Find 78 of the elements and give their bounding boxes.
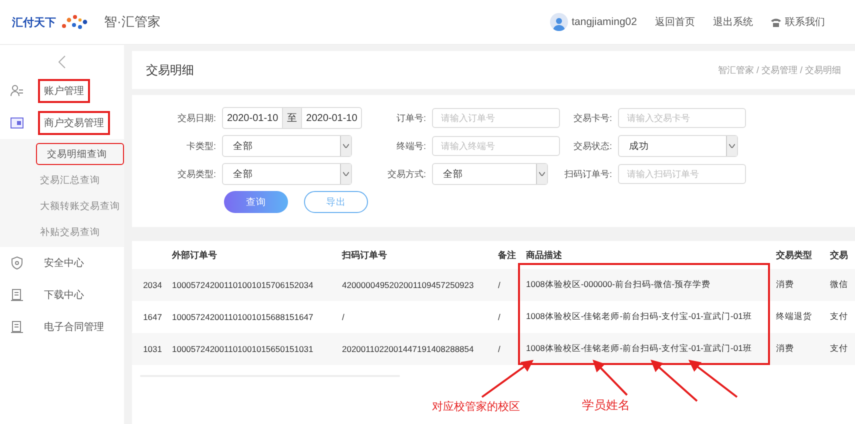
table-cell-text: 100057242001101001015650151031 xyxy=(171,344,314,354)
column-header: 备注 xyxy=(497,248,517,262)
document-icon xyxy=(10,320,24,334)
sidebar-item[interactable]: 商户交易管理 xyxy=(38,111,110,135)
user-icon xyxy=(10,84,24,98)
dropdown[interactable]: 全部 xyxy=(432,163,548,185)
table-cell-text: 4200000495202001109457250923 xyxy=(341,280,475,290)
document-icon xyxy=(10,288,24,302)
table-cell-text: / xyxy=(497,312,502,322)
field-label: 交易卡号: xyxy=(572,112,612,124)
column-header: 扫码订单号 xyxy=(340,248,388,262)
table-cell-text: / xyxy=(341,312,346,322)
column-header: 交易 xyxy=(829,248,849,262)
field-label: 卡类型: xyxy=(185,140,216,152)
table-cell-text: 消费 xyxy=(775,343,795,355)
sidebar-item[interactable]: 电子合同管理 xyxy=(38,315,110,339)
field-label: 交易日期: xyxy=(176,112,216,124)
caret-icon xyxy=(729,144,735,148)
field-label: 终端号: xyxy=(395,140,426,152)
table-cell-text: / xyxy=(497,344,502,354)
page-title: 交易明细 xyxy=(146,62,194,78)
breadcrumb: 智汇管家 / 交易管理 / 交易明细 xyxy=(718,64,841,76)
field-label: 扫码订单号: xyxy=(563,168,612,180)
caret-icon xyxy=(343,172,349,176)
header-link[interactable]: 退出系统 xyxy=(713,15,753,29)
text-field[interactable]: 请输入终端号 xyxy=(432,136,560,156)
submenu-item[interactable]: 交易明细查询 xyxy=(36,143,124,165)
annotation-label: 学员姓名 xyxy=(582,397,630,414)
dropdown[interactable]: 全部 xyxy=(222,135,352,157)
avatar-icon xyxy=(550,13,568,31)
table-cell-text: 1008体验校区-000000-前台扫码-微信-预存学费 xyxy=(525,279,712,291)
field-label: 交易状态: xyxy=(572,140,612,152)
table-cell-text: / xyxy=(497,280,502,290)
logo-icon xyxy=(60,14,90,30)
window-icon xyxy=(10,116,24,130)
dropdown[interactable]: 成功 xyxy=(618,135,738,157)
table-cell-text: 消费 xyxy=(775,279,795,291)
annotation-arrow xyxy=(650,360,698,402)
table-cell-text: 终端退货 xyxy=(775,311,813,323)
sidebar-item[interactable]: 账户管理 xyxy=(38,79,90,103)
table-cell-text: 支付 xyxy=(829,343,849,355)
table-cell-text: 2020011022001447191408288854 xyxy=(341,344,475,354)
header-link[interactable]: 返回首页 xyxy=(655,15,695,29)
annotation-arrow xyxy=(688,360,738,398)
caret-icon xyxy=(343,144,349,148)
phone-icon xyxy=(771,18,781,26)
annotation-label: 对应校管家的校区 xyxy=(432,400,520,414)
table-cell-text: 100057242001101001015706152034 xyxy=(171,280,314,290)
collapse-icon[interactable] xyxy=(58,55,66,69)
text-field[interactable]: 请输入订单号 xyxy=(432,108,560,128)
annotation-arrow xyxy=(592,360,628,396)
product-name: 智·汇管家 xyxy=(104,13,160,31)
table-cell-text: 100057242001101001015688151647 xyxy=(171,312,314,322)
date-range-field[interactable]: 2020-01-10 至 2020-01-10 xyxy=(222,107,362,129)
table-cell-text: 2034 xyxy=(142,280,163,290)
header-link[interactable]: 联系我们 xyxy=(771,15,825,29)
sidebar-item[interactable]: 下载中心 xyxy=(38,283,90,307)
field-label: 交易方式: xyxy=(386,168,426,180)
field-label: 交易类型: xyxy=(176,168,216,180)
username[interactable]: tangjiaming02 xyxy=(572,16,637,28)
column-header: 商品描述 xyxy=(525,248,563,262)
text-field[interactable]: 请输入扫码订单号 xyxy=(618,164,746,184)
brand-name: 汇付天下 xyxy=(12,16,56,30)
table-cell-text: 1008体验校区-佳铭老师-前台扫码-支付宝-01-宣武门-01班 xyxy=(525,311,753,323)
column-header: 外部订单号 xyxy=(170,248,218,262)
column-header: 交易类型 xyxy=(775,248,813,262)
table-cell-text: 微信 xyxy=(829,279,849,291)
sidebar-item[interactable]: 安全中心 xyxy=(38,251,90,275)
text-field[interactable]: 请输入交易卡号 xyxy=(618,108,746,128)
annotation-arrow xyxy=(481,360,534,398)
dropdown[interactable]: 全部 xyxy=(222,163,352,185)
shield-icon xyxy=(10,256,24,270)
table-cell-text: 1031 xyxy=(142,344,163,354)
table-cell-text: 支付 xyxy=(829,311,849,323)
table-cell-text: 1647 xyxy=(142,312,163,322)
table-cell-text: 1008体验校区-佳铭老师-前台扫码-支付宝-01-宣武门-01班 xyxy=(525,343,753,355)
caret-icon xyxy=(539,172,545,176)
field-label: 订单号: xyxy=(395,112,426,124)
